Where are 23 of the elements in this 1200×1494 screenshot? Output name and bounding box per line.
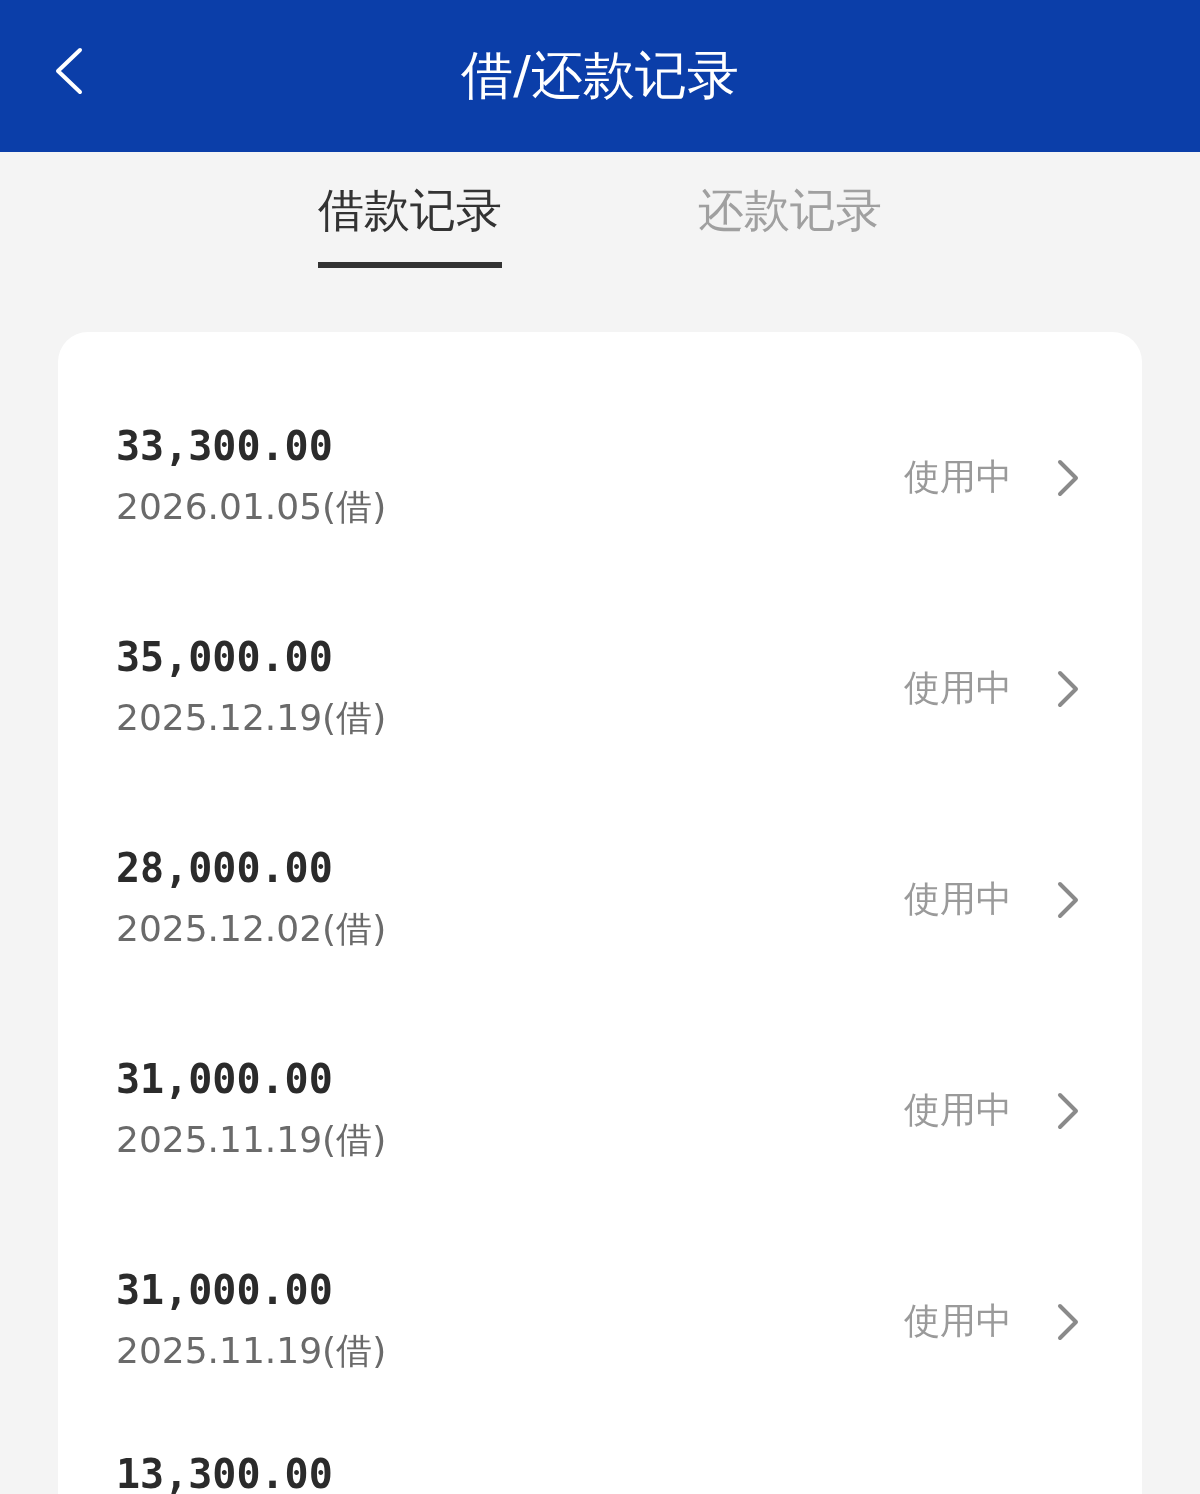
chevron-right-icon[interactable] bbox=[1056, 879, 1080, 920]
loan-status: 使用中 bbox=[904, 455, 1012, 499]
loan-date: 2025.12.02(借) bbox=[116, 907, 388, 951]
loan-amount: 35,000.00 bbox=[116, 634, 334, 680]
chevron-right-icon[interactable] bbox=[1056, 1090, 1080, 1131]
loan-amount: 31,000.00 bbox=[116, 1267, 334, 1313]
loan-status: 使用中 bbox=[904, 1088, 1012, 1132]
chevron-right-icon[interactable] bbox=[1056, 457, 1080, 498]
loan-amount: 28,000.00 bbox=[116, 845, 334, 891]
loan-status: 使用中 bbox=[904, 877, 1012, 921]
loan-amount: 31,000.00 bbox=[116, 1056, 334, 1102]
loan-status: 使用中 bbox=[904, 1299, 1012, 1343]
chevron-right-icon[interactable] bbox=[1056, 668, 1080, 709]
loan-date: 2026.01.05(借) bbox=[116, 485, 388, 529]
loan-amount: 33,300.00 bbox=[116, 423, 334, 469]
loan-date: 2025.12.19(借) bbox=[116, 696, 388, 740]
tab[interactable]: 借款记录 bbox=[318, 180, 502, 268]
chevron-right-icon[interactable] bbox=[1056, 1301, 1080, 1342]
loan-date: 2025.11.19(借) bbox=[116, 1329, 388, 1373]
loan-date: 2025.11.19(借) bbox=[116, 1118, 388, 1162]
page-title: 借/还款记录 bbox=[461, 44, 739, 107]
loan-status: 使用中 bbox=[904, 666, 1012, 710]
loan-amount: 13,300.00 bbox=[116, 1451, 334, 1494]
